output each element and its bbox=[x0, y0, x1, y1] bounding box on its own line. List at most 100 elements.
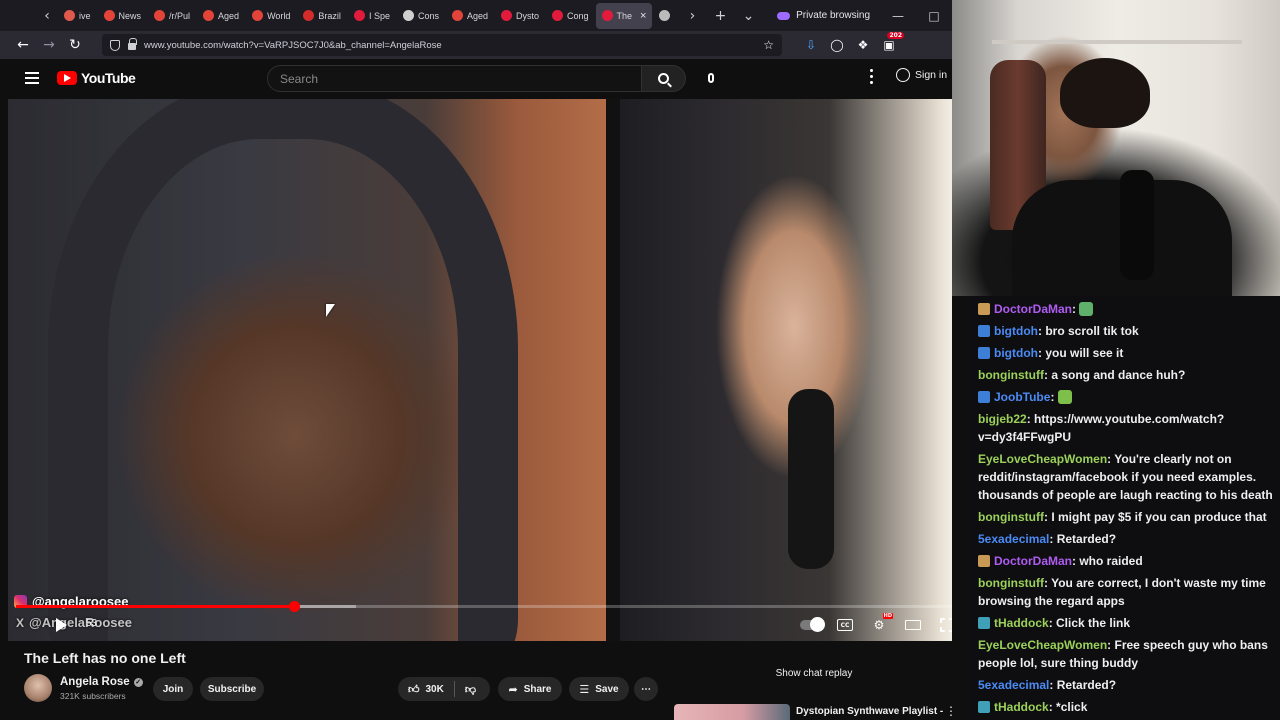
chat-username[interactable]: bonginstuff bbox=[978, 368, 1044, 382]
chat-text: : who raided bbox=[1072, 554, 1143, 568]
voice-search-button[interactable] bbox=[700, 67, 722, 89]
channel-name[interactable]: Angela Rose bbox=[60, 676, 130, 688]
extension-button[interactable]: ▣ 202 bbox=[880, 32, 904, 52]
minimize-icon[interactable]: — bbox=[880, 9, 916, 23]
chat-username[interactable]: JoobTube bbox=[994, 390, 1050, 404]
progress-bar[interactable] bbox=[16, 601, 952, 612]
back-icon[interactable]: ← bbox=[10, 37, 36, 53]
streamer-webcam bbox=[952, 0, 1280, 296]
chat-username[interactable]: tHaddock bbox=[994, 616, 1049, 630]
show-chat-replay-button[interactable]: Show chat replay bbox=[700, 662, 928, 684]
fullscreen-button[interactable] bbox=[936, 615, 952, 635]
chat-username[interactable]: EyeLoveCheapWomen bbox=[978, 638, 1107, 652]
reload-icon[interactable]: ↻ bbox=[62, 37, 88, 53]
chat-text: : Retarded? bbox=[1049, 678, 1117, 692]
play-icon[interactable] bbox=[56, 618, 67, 632]
browser-tab[interactable]: Brazil bbox=[297, 3, 347, 29]
chat-username[interactable]: bigtdoh bbox=[994, 324, 1038, 338]
account-icon[interactable]: ◯ bbox=[828, 38, 846, 52]
chat-message: 5exadecimal: Retarded? bbox=[978, 530, 1274, 548]
chat-username[interactable]: bonginstuff bbox=[978, 510, 1044, 524]
new-tab-icon[interactable]: + bbox=[709, 5, 731, 27]
save-button[interactable]: ☰ Save bbox=[569, 677, 629, 701]
tab-favicon-icon bbox=[659, 10, 671, 21]
forward-icon[interactable]: → bbox=[36, 37, 62, 53]
bookmark-star-icon[interactable]: ☆ bbox=[763, 38, 774, 52]
list-all-tabs-icon[interactable]: ⌄ bbox=[737, 5, 759, 27]
tab-favicon-icon bbox=[64, 10, 75, 21]
like-icon[interactable]: 👍︎ bbox=[408, 683, 420, 696]
tracking-protection-icon[interactable] bbox=[110, 39, 120, 51]
playlist-title[interactable]: Dystopian Synthwave Playlist - bbox=[796, 706, 943, 717]
browser-tab[interactable]: ive bbox=[58, 3, 97, 29]
chat-badge-icon bbox=[978, 617, 990, 629]
youtube-logo[interactable]: YouTube bbox=[57, 70, 136, 86]
tab-favicon-icon bbox=[303, 10, 315, 21]
tab-close-icon[interactable]: × bbox=[640, 10, 646, 22]
browser-tab[interactable]: Cong bbox=[546, 3, 595, 29]
chat-text: : I might pay $5 if you can produce that bbox=[1043, 510, 1267, 524]
browser-tab[interactable]: Aged bbox=[446, 3, 494, 29]
settings-menu-icon[interactable] bbox=[866, 69, 876, 89]
search-button[interactable] bbox=[642, 65, 686, 92]
browser-tab[interactable]: World bbox=[246, 3, 296, 29]
video-right-panel bbox=[620, 99, 952, 641]
url-text[interactable]: www.youtube.com/watch?v=VaRPJSOC7J0&ab_c… bbox=[144, 40, 442, 51]
browser-tab[interactable]: The × bbox=[595, 2, 653, 29]
lock-icon[interactable] bbox=[128, 38, 137, 50]
settings-gear-icon[interactable]: ⚙ HD bbox=[868, 613, 893, 635]
tab-label: Brazil bbox=[318, 10, 341, 21]
tab-scroll-left-icon[interactable]: ‹ bbox=[36, 5, 58, 27]
join-button[interactable]: Join bbox=[153, 677, 193, 701]
tab-favicon-icon bbox=[402, 10, 414, 21]
theater-mode-button[interactable] bbox=[902, 615, 924, 635]
browser-tab[interactable]: Dysto bbox=[495, 3, 545, 29]
share-icon: ➦ bbox=[508, 682, 518, 696]
video-player[interactable]: @angelaroosee X @AngelaRoosee 53 CC ⚙ HD bbox=[8, 99, 952, 641]
browser-tab[interactable]: I Spe bbox=[348, 3, 396, 29]
downloads-icon[interactable]: ⇩ bbox=[802, 38, 820, 52]
chat-message: DoctorDaMan: who raided bbox=[978, 552, 1274, 570]
like-count[interactable]: 30K bbox=[426, 684, 444, 695]
chat-username[interactable]: bonginstuff bbox=[978, 576, 1044, 590]
channel-avatar[interactable] bbox=[24, 674, 52, 702]
sign-in-button[interactable]: Sign in bbox=[896, 68, 947, 82]
chat-username[interactable]: 5exadecimal bbox=[978, 678, 1049, 692]
chat-username[interactable]: EyeLoveCheapWomen bbox=[978, 452, 1107, 466]
browser-tab[interactable]: /r/Pul bbox=[148, 3, 196, 29]
dislike-icon[interactable]: 👎︎ bbox=[465, 683, 476, 696]
subscribe-button[interactable]: Subscribe bbox=[200, 677, 264, 701]
chat-username[interactable]: DoctorDaMan bbox=[994, 554, 1072, 568]
share-button[interactable]: ➦ Share bbox=[498, 677, 562, 701]
extensions-icon[interactable]: ❖ bbox=[854, 38, 872, 52]
browser-tab[interactable]: News bbox=[98, 3, 148, 29]
menu-icon[interactable] bbox=[25, 72, 39, 84]
channel-name-link[interactable]: Angela Rose ✓ bbox=[60, 676, 143, 688]
playlist-thumbnail[interactable] bbox=[674, 704, 790, 720]
chat-username[interactable]: bigjeb22 bbox=[978, 412, 1027, 426]
autoplay-toggle[interactable] bbox=[800, 615, 825, 635]
browser-tab[interactable]: Cons bbox=[397, 3, 445, 29]
maximize-icon[interactable]: □ bbox=[916, 9, 952, 23]
chat-username[interactable]: DoctorDaMan bbox=[994, 302, 1072, 316]
search-box[interactable] bbox=[267, 65, 642, 92]
tab-scroll-right-icon[interactable]: › bbox=[681, 5, 703, 27]
more-actions-icon[interactable]: ⋯ bbox=[634, 677, 658, 701]
address-bar[interactable]: www.youtube.com/watch?v=VaRPJSOC7J0&ab_c… bbox=[102, 34, 782, 56]
chat-badge-icon bbox=[978, 701, 990, 713]
chat-username[interactable]: tHaddock bbox=[994, 700, 1049, 714]
chat-username[interactable]: bigtdoh bbox=[994, 346, 1038, 360]
chat-username[interactable]: 5exadecimal bbox=[978, 532, 1049, 546]
tab-label: ive bbox=[79, 10, 91, 21]
extension-badge: 202 bbox=[887, 32, 904, 39]
chat-message: bigtdoh: you will see it bbox=[978, 344, 1274, 362]
search-input[interactable] bbox=[280, 71, 641, 86]
chat-message: JoobTube: bbox=[978, 388, 1274, 406]
streamer-head bbox=[1060, 58, 1150, 128]
playlist-more-icon[interactable]: ⋮ bbox=[945, 704, 952, 718]
youtube-header: YouTube Sign in bbox=[0, 59, 952, 99]
captions-button[interactable]: CC bbox=[834, 615, 856, 635]
browser-tab[interactable] bbox=[653, 3, 680, 29]
subscriber-count: 321K subscribers bbox=[60, 691, 126, 701]
browser-tab[interactable]: Aged bbox=[197, 3, 245, 29]
